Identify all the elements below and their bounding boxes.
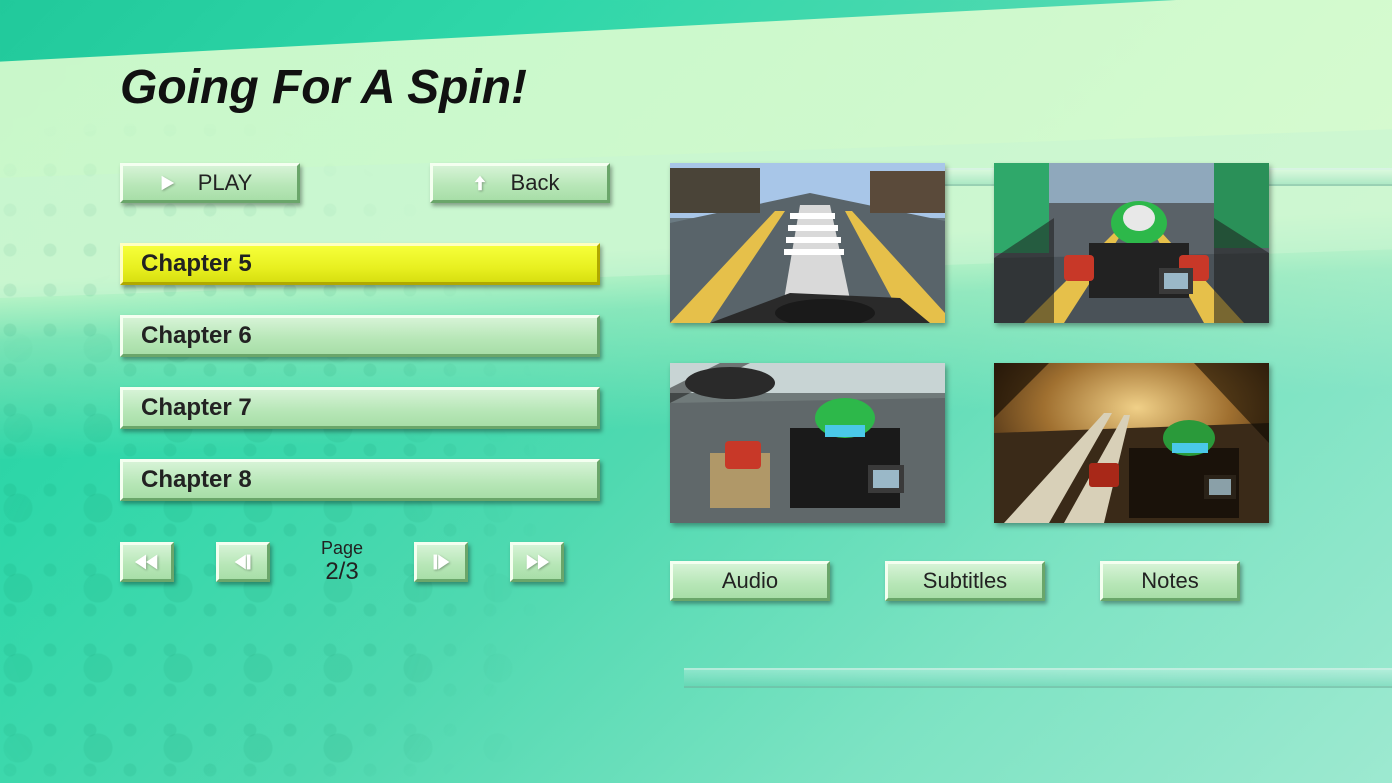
subtitles-button[interactable]: Subtitles bbox=[885, 561, 1045, 601]
back-label: Back bbox=[511, 170, 560, 196]
subtitles-label: Subtitles bbox=[923, 568, 1007, 594]
skip-back-icon bbox=[133, 552, 161, 572]
chapter-button-3[interactable]: Chapter 7 bbox=[120, 387, 600, 429]
step-forward-icon bbox=[427, 552, 455, 572]
up-arrow-icon bbox=[471, 174, 489, 192]
chapter-button-1[interactable]: Chapter 5 bbox=[120, 243, 600, 285]
next-page-button[interactable] bbox=[414, 542, 468, 582]
chapter-label: Chapter 8 bbox=[141, 466, 252, 494]
skip-forward-icon bbox=[523, 552, 551, 572]
chapter-button-2[interactable]: Chapter 6 bbox=[120, 315, 600, 357]
play-icon bbox=[158, 174, 176, 192]
audio-label: Audio bbox=[722, 568, 778, 594]
notes-label: Notes bbox=[1141, 568, 1198, 594]
first-page-button[interactable] bbox=[120, 542, 174, 582]
page-number: 2/3 bbox=[312, 559, 372, 585]
audio-button[interactable]: Audio bbox=[670, 561, 830, 601]
chapter-thumbnail-4[interactable] bbox=[994, 363, 1269, 523]
page-label: Page bbox=[312, 539, 372, 559]
chapter-thumbnail-1[interactable] bbox=[670, 163, 945, 323]
notes-button[interactable]: Notes bbox=[1100, 561, 1240, 601]
chapter-label: Chapter 7 bbox=[141, 394, 252, 422]
step-back-icon bbox=[229, 552, 257, 572]
page-indicator: Page 2/3 bbox=[312, 539, 372, 585]
chapter-label: Chapter 5 bbox=[141, 250, 252, 278]
back-button[interactable]: Back bbox=[430, 163, 610, 203]
page-title: Going For A Spin! bbox=[120, 60, 1272, 115]
play-label: PLAY bbox=[198, 170, 253, 196]
chapter-button-4[interactable]: Chapter 8 bbox=[120, 459, 600, 501]
chapter-thumbnail-2[interactable] bbox=[994, 163, 1269, 323]
last-page-button[interactable] bbox=[510, 542, 564, 582]
prev-page-button[interactable] bbox=[216, 542, 270, 582]
chapter-label: Chapter 6 bbox=[141, 322, 252, 350]
chapter-thumbnail-3[interactable] bbox=[670, 363, 945, 523]
play-button[interactable]: PLAY bbox=[120, 163, 300, 203]
